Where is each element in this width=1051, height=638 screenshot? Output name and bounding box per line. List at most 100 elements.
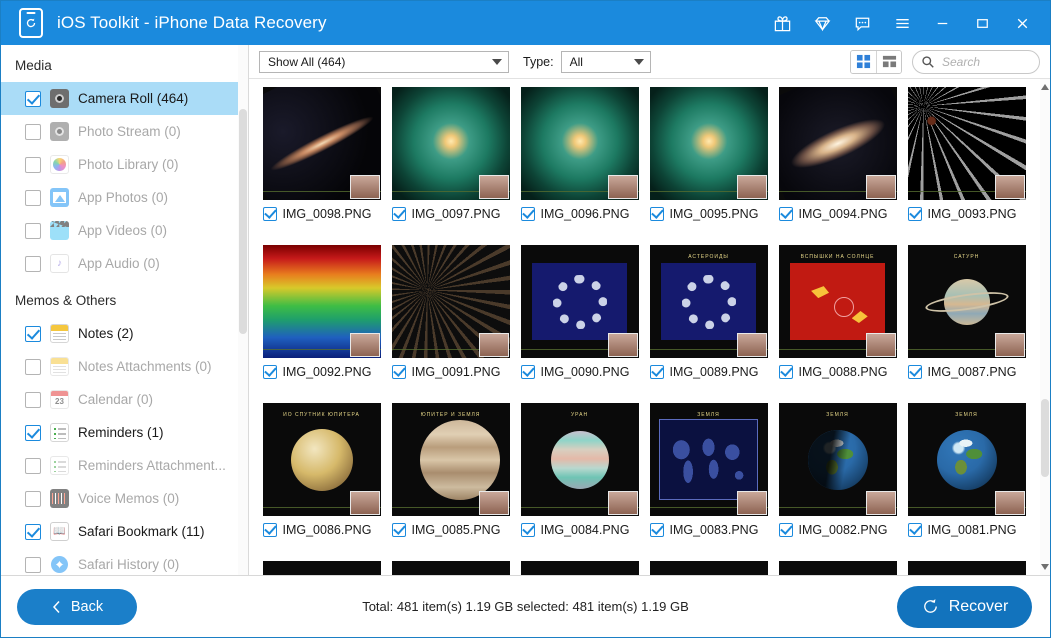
show-all-dropdown[interactable]: Show All (464) [259, 50, 509, 73]
sidebar-item-camera-roll-464[interactable]: Camera Roll (464) [1, 82, 238, 115]
thumbnail-image[interactable] [649, 87, 768, 200]
grid-item-checkbox[interactable] [649, 365, 664, 379]
grid-item[interactable]: IMG_0096.PNG [515, 87, 644, 245]
grid-scrollbar-thumb[interactable] [1041, 399, 1049, 477]
sidebar-item-checkbox[interactable] [25, 123, 41, 140]
sidebar-item-safari-bookmark-11[interactable]: 📖 Safari Bookmark (11) [1, 515, 238, 548]
sidebar-item-checkbox[interactable] [25, 457, 41, 474]
sidebar-item-checkbox[interactable] [25, 90, 41, 107]
grid-item-checkbox[interactable] [262, 365, 277, 379]
sidebar-item-checkbox[interactable] [25, 556, 41, 573]
grid-item[interactable]: АСТЕРОИДЫ IMG_0089.PNG [644, 245, 773, 403]
grid-item-checkbox[interactable] [520, 365, 535, 379]
thumbnail-image[interactable] [520, 245, 639, 358]
grid-item-partial[interactable] [257, 561, 386, 575]
grid-item-checkbox[interactable] [262, 207, 277, 221]
sidebar-item-checkbox[interactable] [25, 255, 41, 272]
thumbnail-image[interactable] [778, 561, 897, 575]
grid-item-checkbox[interactable] [391, 207, 406, 221]
grid-item-partial[interactable] [773, 561, 902, 575]
thumbnail-image[interactable] [907, 87, 1026, 200]
sidebar-item-calendar-0[interactable]: 23 Calendar (0) [1, 383, 238, 416]
thumbnail-image[interactable]: ИО СПУТНИК ЮПИТЕРА [262, 403, 381, 516]
sidebar-item-checkbox[interactable] [25, 222, 41, 239]
sidebar-item-checkbox[interactable] [25, 189, 41, 206]
grid-item-checkbox[interactable] [907, 365, 922, 379]
grid-item-checkbox[interactable] [391, 365, 406, 379]
sidebar-item-checkbox[interactable] [25, 325, 41, 342]
sidebar-item-photo-library-0[interactable]: Photo Library (0) [1, 148, 238, 181]
sidebar-scrollbar[interactable] [238, 45, 248, 575]
thumbnail-image[interactable]: ЗЕМЛЯ [649, 403, 768, 516]
thumbnail-image[interactable] [391, 245, 510, 358]
grid-item-partial[interactable] [515, 561, 644, 575]
grid-item-checkbox[interactable] [778, 365, 793, 379]
sidebar-item-photo-stream-0[interactable]: Photo Stream (0) [1, 115, 238, 148]
grid-item-checkbox[interactable] [520, 207, 535, 221]
thumbnail-image[interactable]: ЮПИТЕР И ЗЕМЛЯ [391, 403, 510, 516]
chat-icon[interactable] [842, 1, 882, 45]
close-icon[interactable] [1002, 1, 1042, 45]
sidebar-item-app-audio-0[interactable]: ♪ App Audio (0) [1, 247, 238, 280]
thumbnail-image[interactable] [520, 561, 639, 575]
list-view-icon[interactable] [876, 50, 901, 73]
search-box[interactable] [912, 49, 1040, 74]
search-input[interactable] [940, 53, 1031, 70]
sidebar-item-safari-history-0[interactable]: Safari History (0) [1, 548, 238, 575]
grid-item-partial[interactable] [386, 561, 515, 575]
grid-item[interactable]: IMG_0090.PNG [515, 245, 644, 403]
grid-item[interactable]: IMG_0091.PNG [386, 245, 515, 403]
grid-item[interactable]: ИО СПУТНИК ЮПИТЕРА IMG_0086.PNG [257, 403, 386, 561]
thumbnail-image[interactable] [391, 87, 510, 200]
thumbnail-image[interactable] [391, 561, 510, 575]
sidebar-item-reminders-1[interactable]: Reminders (1) [1, 416, 238, 449]
grid-item[interactable]: IMG_0097.PNG [386, 87, 515, 245]
thumbnail-image[interactable] [907, 561, 1026, 575]
minimize-icon[interactable] [922, 1, 962, 45]
grid-item[interactable]: УРАН IMG_0084.PNG [515, 403, 644, 561]
thumbnail-image[interactable] [649, 561, 768, 575]
sidebar-item-checkbox[interactable] [25, 391, 41, 408]
thumbnail-image[interactable]: АСТЕРОИДЫ [649, 245, 768, 358]
sidebar-item-notes-attachments-0[interactable]: Notes Attachments (0) [1, 350, 238, 383]
thumbnail-image[interactable]: УРАН [520, 403, 639, 516]
maximize-icon[interactable] [962, 1, 1002, 45]
grid-item-checkbox[interactable] [649, 523, 664, 537]
grid-item-checkbox[interactable] [262, 523, 277, 537]
thumbnail-image[interactable] [262, 561, 381, 575]
grid-item[interactable]: IMG_0093.PNG [902, 87, 1031, 245]
grid-item[interactable]: IMG_0094.PNG [773, 87, 902, 245]
thumbnail-image[interactable]: САТУРН [907, 245, 1026, 358]
grid-item[interactable]: ЗЕМЛЯ IMG_0081.PNG [902, 403, 1031, 561]
grid-item-checkbox[interactable] [778, 207, 793, 221]
scroll-up-arrow-icon[interactable] [1041, 84, 1049, 90]
type-dropdown[interactable]: All [560, 50, 651, 73]
grid-item-partial[interactable] [902, 561, 1031, 575]
grid-item[interactable]: ЗЕМЛЯ IMG_0082.PNG [773, 403, 902, 561]
recover-button[interactable]: Recover [897, 585, 1032, 628]
thumbnail-image[interactable]: ЗЕМЛЯ [907, 403, 1026, 516]
sidebar-item-checkbox[interactable] [25, 523, 41, 540]
grid-item-checkbox[interactable] [649, 207, 664, 221]
grid-item[interactable]: IMG_0092.PNG [257, 245, 386, 403]
grid-scrollbar[interactable] [1040, 79, 1050, 575]
grid-item[interactable]: ЗЕМЛЯ IMG_0083.PNG [644, 403, 773, 561]
grid-item-checkbox[interactable] [907, 207, 922, 221]
thumbnail-image[interactable] [262, 245, 381, 358]
sidebar-item-app-photos-0[interactable]: App Photos (0) [1, 181, 238, 214]
grid-item[interactable]: IMG_0095.PNG [644, 87, 773, 245]
grid-item-checkbox[interactable] [391, 523, 406, 537]
grid-item-checkbox[interactable] [907, 523, 922, 537]
grid-item[interactable]: IMG_0098.PNG [257, 87, 386, 245]
scroll-down-arrow-icon[interactable] [1041, 564, 1049, 570]
sidebar-item-notes-2[interactable]: Notes (2) [1, 317, 238, 350]
sidebar-item-checkbox[interactable] [25, 424, 41, 441]
sidebar-item-voice-memos-0[interactable]: Voice Memos (0) [1, 482, 238, 515]
grid-item[interactable]: САТУРН IMG_0087.PNG [902, 245, 1031, 403]
gem-icon[interactable] [802, 1, 842, 45]
thumbnail-image[interactable] [520, 87, 639, 200]
gift-icon[interactable] [762, 1, 802, 45]
thumbnail-image[interactable] [778, 87, 897, 200]
sidebar-item-checkbox[interactable] [25, 490, 41, 507]
thumbnail-image[interactable]: ВСПЫШКИ НА СОЛНЦЕ [778, 245, 897, 358]
